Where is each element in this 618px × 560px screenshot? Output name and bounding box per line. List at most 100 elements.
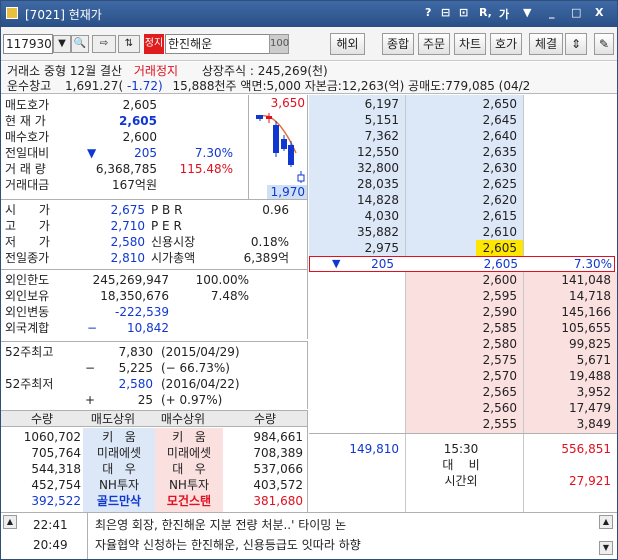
buy-broker-name[interactable]: 키 움	[155, 429, 223, 445]
quote-value: 167억원	[112, 178, 157, 192]
total-ask-quantity: 149,810	[349, 442, 399, 456]
order-button[interactable]: 주문	[418, 33, 450, 55]
ask-quantity[interactable]: 2,975	[309, 240, 405, 256]
price-row: 전일종가 2,810 시가총액 6,389억	[1, 250, 308, 266]
bid-price[interactable]: 2,590	[405, 304, 523, 320]
quote-value: 2,605	[119, 114, 157, 128]
code-dropdown-icon[interactable]: ▼	[53, 35, 71, 53]
ask-price[interactable]: 2,630	[405, 160, 523, 176]
price-label: 시 가	[5, 203, 50, 217]
news-headline: 자율협약 신청하는 한진해운, 신용등급도 잇따라 하향	[95, 538, 361, 552]
news-scroll-down-icon[interactable]: ▼	[599, 541, 613, 555]
news-item[interactable]: 20:49 자율협약 신청하는 한진해운, 신용등급도 잇따라 하향	[33, 537, 593, 553]
quote-label: 현 재 가	[5, 114, 46, 128]
bid-quantity[interactable]: 105,655	[523, 320, 617, 336]
ask-quantity[interactable]: 35,882	[309, 224, 405, 240]
ask-quantity[interactable]: 6,197	[309, 96, 405, 112]
bid-quantity[interactable]: 3,849	[523, 416, 617, 432]
ask-price[interactable]: 2,615	[405, 208, 523, 224]
foreign-pct: 100.00%	[195, 273, 249, 287]
sell-broker-name[interactable]: 키 움	[83, 429, 155, 445]
bid-price[interactable]: 2,565	[405, 384, 523, 400]
ask-price[interactable]: 2,620	[405, 192, 523, 208]
ask-quantity[interactable]: 7,362	[309, 128, 405, 144]
ask-quantity[interactable]: 28,035	[309, 176, 405, 192]
overview-button[interactable]: 종합	[382, 33, 414, 55]
buy-broker-name[interactable]: 대 우	[155, 461, 223, 477]
bid-price[interactable]: 2,595	[405, 288, 523, 304]
stock-info-bar: 거래소 중형 12월 결산 거래정지 상장주식 : 245,269(천) 운수창…	[1, 62, 617, 94]
refresh-button[interactable]: R,	[479, 6, 492, 19]
search-icon[interactable]: 🔍	[71, 35, 89, 53]
bid-price[interactable]: 2,585	[405, 320, 523, 336]
export-icon[interactable]: ⇨	[92, 35, 116, 53]
ask-quantity[interactable]: 12,550	[309, 144, 405, 160]
settings-wrench-icon[interactable]: ✎	[594, 33, 614, 55]
link-icon[interactable]: ⊡	[459, 6, 468, 19]
bid-price[interactable]: 2,580	[405, 336, 523, 352]
bid-quantity[interactable]: 19,488	[523, 368, 617, 384]
title-bar: [7021] 현재가 ? ⊟ ⊡ R, 가 ▼ _ □ X	[1, 1, 617, 27]
bid-quantity[interactable]: 14,718	[523, 288, 617, 304]
stock-code-input[interactable]: 117930	[3, 34, 53, 54]
bid-price[interactable]: 2,570	[405, 368, 523, 384]
maximize-button[interactable]: □	[571, 6, 581, 19]
ask-quantity[interactable]: 5,151	[309, 112, 405, 128]
ratio-value: 0.96	[262, 203, 289, 217]
bid-quantity[interactable]: 145,166	[523, 304, 617, 320]
overseas-button[interactable]: 해외	[330, 33, 365, 55]
sort-icon[interactable]: ⇅	[118, 35, 140, 53]
daebi-label: 대 비	[442, 458, 480, 472]
price-value: 2,580	[110, 235, 145, 249]
ask-price[interactable]: 2,645	[405, 112, 523, 128]
quote-button[interactable]: 호가	[490, 33, 522, 55]
layout-icon[interactable]: ⊟	[441, 6, 450, 19]
ask-price[interactable]: 2,610	[405, 224, 523, 240]
week52-low-date: (2016/04/22)	[161, 377, 240, 391]
bid-price[interactable]: 2,555	[405, 416, 523, 432]
ask-quantity[interactable]: 4,030	[309, 208, 405, 224]
stock-name-field[interactable]: 한진해운	[165, 34, 269, 54]
buy-quantity: 403,572	[253, 478, 303, 492]
ask-quantity[interactable]: 14,828	[309, 192, 405, 208]
sell-broker-name[interactable]: 골드만삭	[83, 493, 155, 509]
sector-name[interactable]: 운수창고	[7, 79, 51, 93]
bid-quantity[interactable]: 3,952	[523, 384, 617, 400]
quote-pct: 7.30%	[194, 146, 233, 160]
quote-label: 매도호가	[5, 98, 50, 112]
chart-button[interactable]: 차트	[454, 33, 486, 55]
news-scroll-up-right-icon[interactable]: ▲	[599, 515, 613, 529]
buy-broker-name[interactable]: NH투자	[155, 477, 223, 493]
close-button[interactable]: X	[595, 6, 603, 19]
bid-quantity[interactable]: 141,048	[523, 272, 617, 288]
bid-price[interactable]: 2,560	[405, 400, 523, 416]
ask-price[interactable]: 2,625	[405, 176, 523, 192]
minimize-button[interactable]: _	[549, 6, 555, 19]
font-button[interactable]: 가	[499, 6, 509, 22]
buy-broker-name[interactable]: 미래에셋	[155, 445, 223, 461]
bid-price[interactable]: 2,575	[405, 352, 523, 368]
ob-bottom-line	[309, 433, 617, 434]
layout-toggle-icon[interactable]: ⇕	[565, 33, 587, 55]
current-price-row: ▼ 205 2,605 7.30%	[309, 256, 615, 272]
bid-quantity[interactable]: 99,825	[523, 336, 617, 352]
ask-price[interactable]: 2,650	[405, 96, 523, 112]
broker-ranking: 수량 매도상위 매수상위 수량 1060,702 키 움키 움 984,661 705,764…	[1, 410, 308, 512]
ask-price[interactable]: 2,635	[405, 144, 523, 160]
buy-broker-name[interactable]: 모건스탠	[155, 493, 223, 509]
bid-quantity[interactable]: 5,671	[523, 352, 617, 368]
help-button[interactable]: ?	[425, 6, 431, 19]
broker-col-header: 수량	[253, 412, 277, 426]
bid-price[interactable]: 2,600	[405, 272, 523, 288]
bid-quantity[interactable]: 17,479	[523, 400, 617, 416]
ask-price[interactable]: 2,605	[405, 240, 523, 256]
sell-broker-name[interactable]: 대 우	[83, 461, 155, 477]
sell-broker-name[interactable]: NH투자	[83, 477, 155, 493]
sell-broker-name[interactable]: 미래에셋	[83, 445, 155, 461]
news-item[interactable]: 22:41 최은영 회장, 한진해운 지분 전량 처분..' 타이밍 논	[33, 517, 593, 533]
execution-button[interactable]: 체결	[529, 33, 563, 55]
ask-quantity[interactable]: 32,800	[309, 160, 405, 176]
news-scroll-up-icon[interactable]: ▲	[3, 515, 17, 529]
dropdown-icon[interactable]: ▼	[523, 6, 531, 19]
ask-price[interactable]: 2,640	[405, 128, 523, 144]
